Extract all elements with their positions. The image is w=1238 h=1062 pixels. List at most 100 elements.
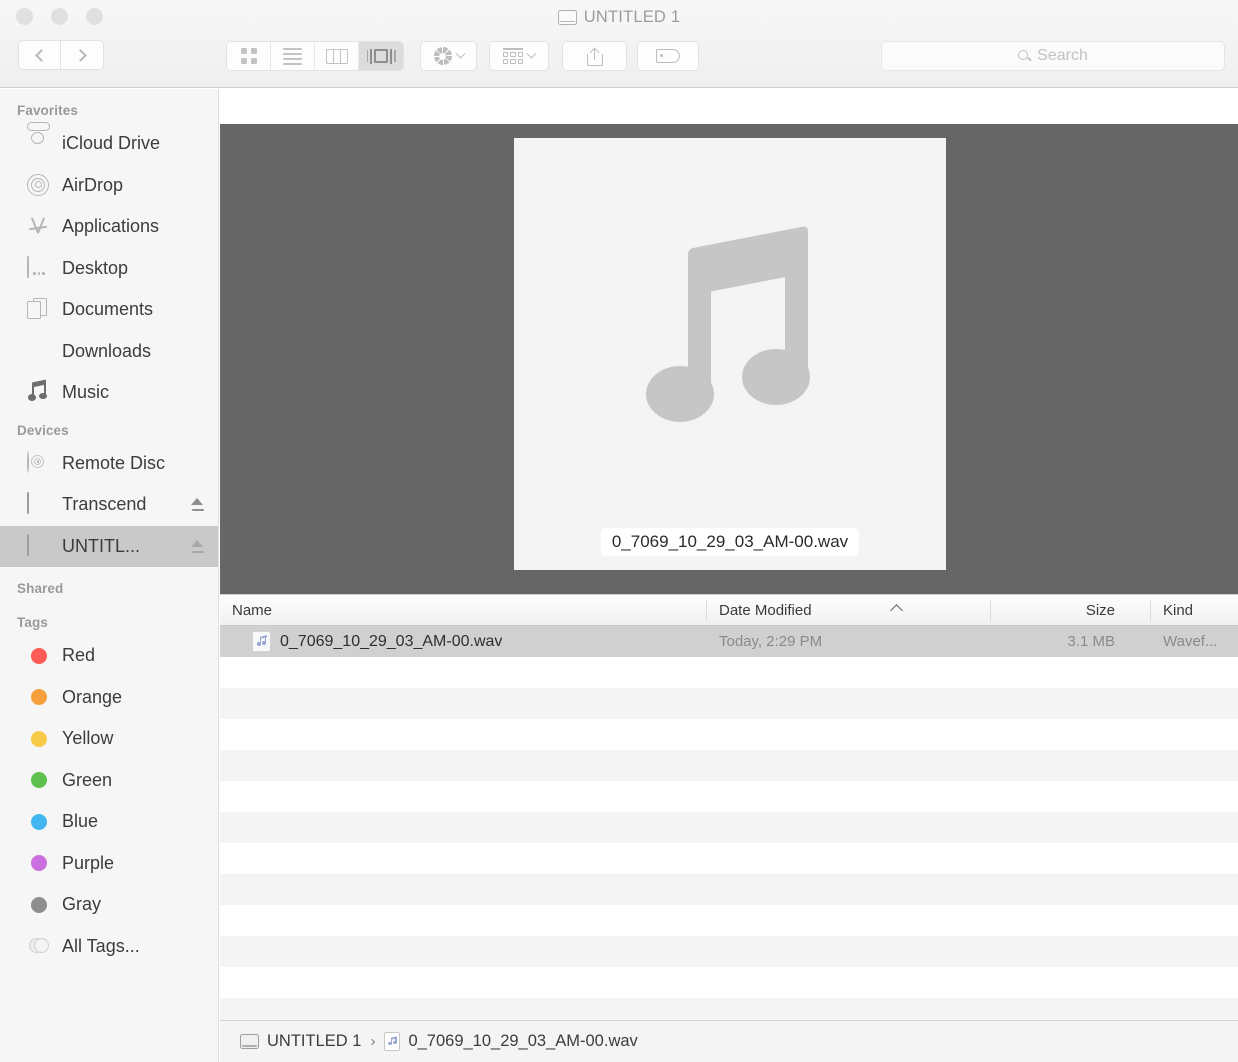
- column-view-button[interactable]: [315, 42, 359, 70]
- sidebar-item-music[interactable]: Music: [0, 372, 218, 414]
- cell-size: 3.1 MB: [1040, 626, 1115, 657]
- sidebar-item-label: Music: [62, 382, 109, 403]
- table-row-empty[interactable]: [220, 967, 1238, 998]
- table-row-empty[interactable]: [220, 998, 1238, 1020]
- sidebar-item-all-tags[interactable]: All Tags...: [0, 926, 218, 968]
- sidebar-item-label: UNTITL...: [62, 536, 140, 557]
- columns-icon: [326, 49, 348, 64]
- music-icon: [27, 381, 50, 404]
- tag-dot-icon: [27, 686, 50, 709]
- sidebar-item-downloads[interactable]: Downloads: [0, 331, 218, 373]
- airdrop-icon: [27, 174, 50, 197]
- table-row-empty[interactable]: [220, 812, 1238, 843]
- music-note-icon: [642, 249, 818, 439]
- sidebar-item-tag-blue[interactable]: Blue: [0, 801, 218, 843]
- sidebar-item-documents[interactable]: Documents: [0, 289, 218, 331]
- wav-file-icon: [252, 631, 271, 652]
- tag-dot-icon: [27, 852, 50, 875]
- column-header-date-modified[interactable]: Date Modified: [719, 595, 812, 626]
- table-row-empty[interactable]: [220, 781, 1238, 812]
- back-button[interactable]: [18, 40, 61, 70]
- share-button[interactable]: [562, 41, 627, 71]
- cell-kind: Wavef...: [1163, 626, 1217, 657]
- cell-name: 0_7069_10_29_03_AM-00.wav: [252, 626, 502, 657]
- cell-date-modified: Today, 2:29 PM: [719, 626, 822, 657]
- sidebar-item-transcend[interactable]: Transcend: [0, 484, 218, 526]
- path-segment-label: 0_7069_10_29_03_AM-00.wav: [408, 1032, 637, 1051]
- path-separator: ›: [370, 1033, 375, 1050]
- table-row-empty[interactable]: [220, 719, 1238, 750]
- sidebar-item-applications[interactable]: Applications: [0, 206, 218, 248]
- chevron-down-icon: [527, 48, 537, 58]
- table-row-empty[interactable]: [220, 750, 1238, 781]
- sidebar-item-label: Remote Disc: [62, 453, 165, 474]
- table-row-empty[interactable]: [220, 657, 1238, 688]
- sidebar-item-tag-orange[interactable]: Orange: [0, 677, 218, 719]
- drive-icon: [240, 1034, 259, 1049]
- table-row-empty[interactable]: [220, 874, 1238, 905]
- preview-item[interactable]: 0_7069_10_29_03_AM-00.wav: [514, 138, 946, 570]
- wav-file-icon: [384, 1032, 400, 1051]
- sidebar-item-label: Red: [62, 645, 95, 666]
- column-header-kind[interactable]: Kind: [1163, 595, 1193, 626]
- window-title: UNTITLED 1: [0, 4, 1238, 30]
- sidebar-item-tag-red[interactable]: Red: [0, 635, 218, 677]
- column-header-size[interactable]: Size: [1065, 595, 1115, 626]
- sidebar-item-tag-yellow[interactable]: Yellow: [0, 718, 218, 760]
- column-sort-indicator: [892, 595, 901, 626]
- gallery-view-button[interactable]: [359, 42, 403, 70]
- sidebar-item-tag-purple[interactable]: Purple: [0, 843, 218, 885]
- coverflow-icon: [367, 49, 396, 64]
- preview-filename-label: 0_7069_10_29_03_AM-00.wav: [601, 528, 859, 556]
- table-row-empty[interactable]: [220, 905, 1238, 936]
- path-bar: UNTITLED 1 › 0_7069_10_29_03_AM-00.wav: [220, 1020, 1238, 1062]
- table-row[interactable]: 0_7069_10_29_03_AM-00.wav Today, 2:29 PM…: [220, 626, 1238, 657]
- sidebar-item-desktop[interactable]: Desktop: [0, 248, 218, 290]
- arrange-menu-button[interactable]: [489, 41, 549, 71]
- tag-dot-icon: [27, 810, 50, 833]
- sidebar-item-label: AirDrop: [62, 175, 123, 196]
- gear-icon: [434, 47, 452, 65]
- eject-icon[interactable]: [191, 498, 204, 511]
- all-tags-icon: [27, 935, 50, 958]
- file-list-rows[interactable]: 0_7069_10_29_03_AM-00.wav Today, 2:29 PM…: [220, 626, 1238, 1020]
- column-divider[interactable]: [1150, 600, 1151, 621]
- desktop-icon: [27, 257, 50, 280]
- path-segment-file[interactable]: 0_7069_10_29_03_AM-00.wav: [384, 1032, 637, 1051]
- tag-button[interactable]: [637, 41, 699, 71]
- tag-dot-icon: [27, 769, 50, 792]
- sidebar-header-shared: Shared: [0, 567, 218, 601]
- harddrive-icon: [27, 493, 50, 516]
- search-placeholder: Search: [1037, 47, 1088, 65]
- table-row-empty[interactable]: [220, 688, 1238, 719]
- icon-view-button[interactable]: [227, 42, 271, 70]
- eject-icon[interactable]: [191, 540, 204, 553]
- sidebar-item-label: Orange: [62, 687, 122, 708]
- path-segment-drive[interactable]: UNTITLED 1: [240, 1032, 361, 1051]
- sidebar: Favorites iCloud Drive AirDrop Applicati…: [0, 89, 219, 1062]
- tag-dot-icon: [27, 727, 50, 750]
- list-view-button[interactable]: [271, 42, 315, 70]
- column-divider[interactable]: [990, 600, 991, 621]
- share-icon: [587, 47, 603, 66]
- forward-button[interactable]: [61, 40, 104, 70]
- table-row-empty[interactable]: [220, 936, 1238, 967]
- table-row-empty[interactable]: [220, 843, 1238, 874]
- action-menu-button[interactable]: [420, 41, 477, 71]
- navigation-buttons: [18, 40, 104, 70]
- sidebar-item-tag-green[interactable]: Green: [0, 760, 218, 802]
- drive-icon: [558, 10, 577, 25]
- sidebar-item-untitled-1[interactable]: UNTITL...: [0, 526, 218, 568]
- sidebar-header-tags: Tags: [0, 601, 218, 635]
- sidebar-item-remote-disc[interactable]: Remote Disc: [0, 443, 218, 485]
- tag-dot-icon: [27, 644, 50, 667]
- column-header-name[interactable]: Name: [232, 595, 272, 626]
- column-divider[interactable]: [706, 600, 707, 621]
- sidebar-item-tag-gray[interactable]: Gray: [0, 884, 218, 926]
- search-field[interactable]: Search: [881, 41, 1225, 71]
- sidebar-item-icloud-drive[interactable]: iCloud Drive: [0, 123, 218, 165]
- gallery-preview-pane[interactable]: 0_7069_10_29_03_AM-00.wav: [220, 124, 1238, 594]
- sidebar-item-label: Blue: [62, 811, 98, 832]
- sidebar-item-airdrop[interactable]: AirDrop: [0, 165, 218, 207]
- chevron-up-icon: [890, 604, 903, 617]
